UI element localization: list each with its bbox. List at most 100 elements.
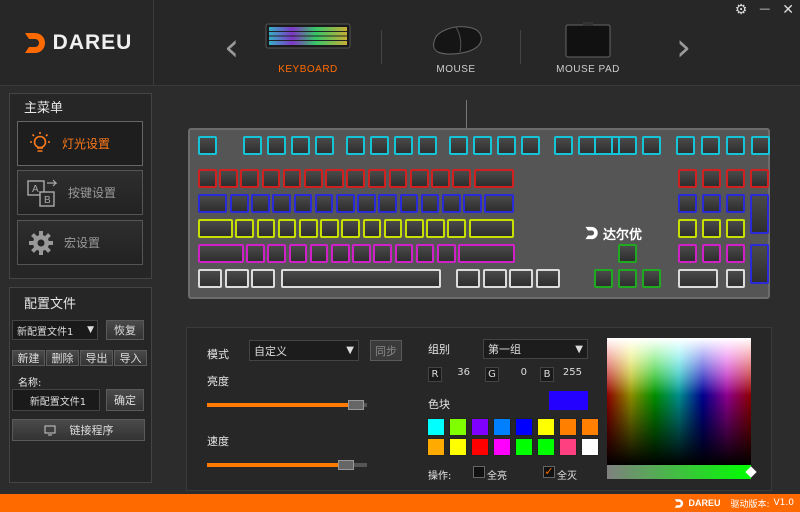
color-swatch[interactable] [449, 438, 467, 456]
keyboard-key[interactable] [198, 194, 228, 213]
keyboard-key[interactable] [442, 194, 461, 213]
color-swatch[interactable] [471, 418, 489, 436]
keyboard-key[interactable] [230, 194, 249, 213]
keyboard-key[interactable] [246, 244, 265, 263]
keyboard-key[interactable] [251, 194, 270, 213]
keyboard-key[interactable] [642, 269, 661, 288]
keyboard-key[interactable] [388, 169, 408, 188]
keyboard-key[interactable] [702, 244, 721, 263]
keyboard-key[interactable] [509, 269, 534, 288]
keyboard-key[interactable] [383, 219, 403, 238]
keyboard-key[interactable] [702, 219, 721, 238]
keyboard-key[interactable] [456, 269, 480, 288]
keyboard-key[interactable] [198, 136, 217, 155]
export-profile-button[interactable]: 导出 [80, 350, 113, 366]
keyboard-key[interactable] [282, 169, 302, 188]
keyboard-key[interactable] [315, 136, 334, 155]
keyboard-key[interactable] [726, 244, 745, 263]
keyboard-key[interactable] [198, 269, 222, 288]
keyboard-key[interactable] [251, 269, 276, 288]
keyboard-key[interactable] [726, 219, 745, 238]
import-profile-button[interactable]: 导入 [114, 350, 147, 366]
keyboard-key[interactable] [535, 269, 560, 288]
device-mouse[interactable]: MOUSE [418, 22, 494, 78]
keyboard-key[interactable] [463, 194, 482, 213]
sync-button[interactable]: 同步 [370, 340, 402, 361]
new-profile-button[interactable]: 新建 [12, 350, 45, 366]
keyboard-key[interactable] [198, 244, 244, 263]
menu-macro-settings[interactable]: 宏设置 [17, 220, 143, 265]
device-keyboard[interactable]: KEYBOARD [258, 22, 358, 78]
all-off-checkbox[interactable]: ✓ [543, 466, 555, 478]
keyboard-key[interactable] [410, 169, 429, 188]
brightness-slider[interactable] [207, 398, 367, 412]
keyboard-key[interactable] [458, 244, 515, 263]
keyboard-key[interactable] [405, 219, 424, 238]
color-swatch[interactable] [427, 418, 445, 436]
all-on-checkbox[interactable] [473, 466, 485, 478]
keyboard-key[interactable] [431, 169, 450, 188]
color-swatch[interactable] [559, 438, 577, 456]
color-swatch[interactable] [581, 418, 599, 436]
keyboard-key[interactable] [452, 169, 471, 188]
keyboard-key[interactable] [331, 244, 350, 263]
color-swatch[interactable] [515, 438, 533, 456]
keyboard-key[interactable] [678, 194, 697, 213]
color-swatch[interactable] [537, 418, 555, 436]
g-value-input[interactable]: 0 [502, 367, 531, 382]
delete-profile-button[interactable]: 删除 [46, 350, 79, 366]
keyboard-key[interactable] [726, 269, 745, 288]
keyboard-key[interactable] [678, 169, 697, 188]
keyboard-key[interactable] [198, 219, 233, 238]
brightness-knob[interactable] [347, 400, 364, 410]
keyboard-key[interactable] [726, 169, 745, 188]
keyboard-key[interactable] [726, 136, 745, 155]
keyboard-key[interactable] [750, 169, 769, 188]
link-program-button[interactable]: 链接程序 [12, 419, 145, 441]
keyboard-key[interactable] [325, 169, 344, 188]
keyboard-key[interactable] [309, 244, 329, 263]
keyboard-key[interactable] [304, 169, 323, 188]
keyboard-key[interactable] [521, 136, 540, 155]
color-intensity-slider[interactable] [607, 465, 757, 479]
keyboard-key[interactable] [299, 219, 318, 238]
keyboard-key[interactable] [224, 269, 249, 288]
keyboard-key[interactable] [357, 194, 376, 213]
profile-select[interactable]: 新配置文件1 ▼ [12, 320, 98, 340]
speed-knob[interactable] [338, 460, 355, 470]
keyboard-key[interactable] [751, 136, 770, 155]
keyboard-key[interactable] [293, 194, 313, 213]
keyboard-key[interactable] [399, 194, 419, 213]
color-swatch[interactable] [515, 418, 533, 436]
keyboard-key[interactable] [288, 244, 308, 263]
keyboard-key[interactable] [277, 219, 297, 238]
restore-button[interactable]: 恢复 [106, 320, 144, 340]
keyboard-key[interactable] [367, 169, 387, 188]
color-swatch[interactable] [493, 438, 511, 456]
keyboard-key[interactable] [281, 269, 441, 288]
keyboard-key[interactable] [678, 219, 697, 238]
close-button[interactable]: ✕ [782, 2, 794, 18]
keyboard-key[interactable] [702, 169, 721, 188]
keyboard-key[interactable] [678, 244, 697, 263]
keyboard-key[interactable] [394, 244, 414, 263]
r-value-input[interactable]: 36 [445, 367, 474, 382]
keyboard-key[interactable] [618, 136, 637, 155]
keyboard-key[interactable] [267, 244, 286, 263]
keyboard-key[interactable] [291, 136, 310, 155]
keyboard-key[interactable] [468, 219, 515, 238]
keyboard-key[interactable] [702, 194, 721, 213]
keyboard-key[interactable] [447, 219, 466, 238]
color-swatch[interactable] [471, 438, 489, 456]
keyboard-key[interactable] [320, 219, 339, 238]
keyboard-key[interactable] [449, 136, 468, 155]
keyboard-key[interactable] [678, 269, 719, 288]
speed-slider[interactable] [207, 458, 367, 472]
keyboard-key[interactable] [373, 244, 392, 263]
color-swatch[interactable] [581, 438, 599, 456]
device-mouse-pad[interactable]: MOUSE PAD [548, 22, 628, 78]
confirm-button[interactable]: 确定 [106, 389, 144, 411]
keyboard-key[interactable] [554, 136, 573, 155]
keyboard-key[interactable] [676, 136, 695, 155]
keyboard-key[interactable] [352, 244, 371, 263]
